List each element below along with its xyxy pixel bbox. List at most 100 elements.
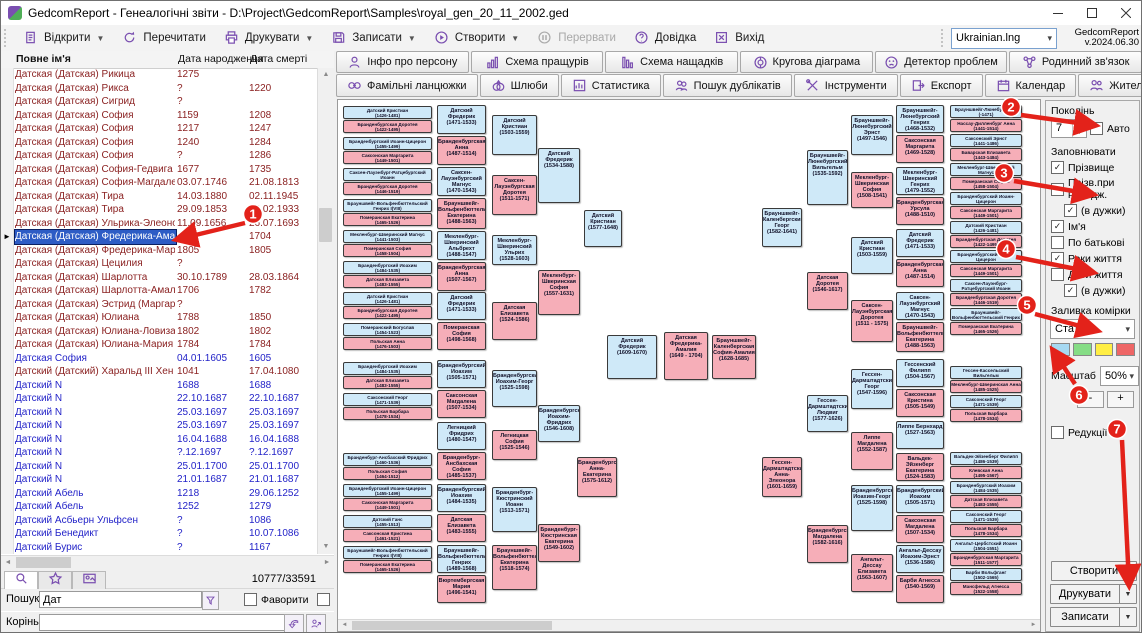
generations-value[interactable]: 7 bbox=[1052, 120, 1072, 137]
table-row[interactable]: Датский N22.10.168722.10.1687 bbox=[1, 392, 318, 406]
checkbox-box[interactable] bbox=[1051, 183, 1064, 196]
tree-person-box[interactable]: Брауншвейг-Вольфенбюттельская Екатерина(… bbox=[896, 322, 944, 352]
tree-person-box[interactable]: Датская Елизавета(1524-1586) bbox=[492, 302, 537, 340]
table-row[interactable]: Датская (Датская) София-Магдалена03.07.1… bbox=[1, 176, 318, 190]
tree-person-box[interactable]: Померанская София(1458-1504) bbox=[343, 244, 432, 257]
tree-person-box[interactable]: Бранденбургский Иоахим(1484-1535) bbox=[343, 362, 432, 375]
tree-person-box[interactable]: Вюртембергская Мария(1496-1541) bbox=[437, 575, 486, 603]
table-row[interactable]: Датский N25.03.169725.03.1697 bbox=[1, 419, 318, 433]
reduction-checkbox[interactable]: Редукції bbox=[1051, 426, 1139, 439]
tree-person-box[interactable]: Бранденбургская Доротея(1422-1495) bbox=[343, 306, 432, 319]
table-row[interactable]: Датская (Датская) Цецилия? bbox=[1, 257, 318, 271]
tree-person-box[interactable]: Бранденбургская Доротея(1446-1519) bbox=[343, 182, 432, 195]
table-row[interactable]: Датский Абель12521279 bbox=[1, 500, 318, 514]
fill-option-checkbox[interactable]: Роки життя bbox=[1051, 252, 1139, 265]
scroll-left-icon[interactable] bbox=[338, 620, 351, 630]
tab-statistics[interactable]: Статистика bbox=[561, 74, 661, 97]
tree-person-box[interactable]: Датская Доротея(1546-1617) bbox=[807, 272, 848, 310]
table-row[interactable]: Датская (Датская) Тира14.03.188002.11.19… bbox=[1, 190, 318, 204]
tree-person-box[interactable]: Гессенский Филипп(1504-1567) bbox=[896, 359, 944, 387]
tree-person-box[interactable]: Датский Фредерик(1471-1533) bbox=[896, 229, 944, 257]
tree-person-box[interactable]: Барби Вольфганг(1502-1565) bbox=[950, 568, 1022, 581]
tree-person-box[interactable]: Бранденбургская Маргарита(1511-1577) bbox=[950, 553, 1022, 566]
dropdown-arrow-icon[interactable] bbox=[1119, 585, 1136, 603]
tree-person-box[interactable]: Саксен-Лауэнбургский Магнус(1470-1543) bbox=[896, 292, 944, 320]
tab-problem-detector[interactable]: Детектор проблем bbox=[875, 51, 1008, 73]
tree-person-box[interactable]: Датская Елизавета(1483-1555) bbox=[950, 495, 1022, 508]
tree-person-box[interactable]: Саксонская Маргарита(1449-1501) bbox=[343, 151, 432, 164]
table-row[interactable]: Датская (Датская) Юлиана-Мария17841784 bbox=[1, 338, 318, 352]
tree-person-box[interactable]: Бранденбургский Иоахим-Георг(1525-1598) bbox=[492, 370, 537, 407]
tree-person-box[interactable]: Саксонская Кристина(1505-1549) bbox=[896, 389, 944, 417]
tree-person-box[interactable]: Мекленбург-Шверинская София(1557-1631) bbox=[538, 270, 580, 315]
table-row[interactable]: Датская (Датская) Шарлотта30.10.178928.0… bbox=[1, 271, 318, 285]
checkbox-box[interactable] bbox=[1090, 122, 1103, 135]
scrollbar-thumb[interactable] bbox=[319, 208, 332, 242]
table-row[interactable]: Датская (Датская) София12171247 bbox=[1, 122, 318, 136]
tree-person-box[interactable]: Мансфельд Агнесса(1522-1558) bbox=[950, 582, 1022, 595]
table-row[interactable]: Датская (Датская) Рикса?1220 bbox=[1, 82, 318, 96]
перечитати-toolbar-button[interactable]: Перечитати bbox=[113, 26, 214, 50]
tree-person-box[interactable]: Саксонская Магдалена(1507-1534) bbox=[896, 515, 944, 543]
tree-person-box[interactable]: Бранденбургский Иоахим(1505-1571) bbox=[896, 485, 944, 513]
tab-calendar[interactable]: Календар bbox=[985, 74, 1077, 97]
table-row[interactable]: Датская (Датская) София?1286 bbox=[1, 149, 318, 163]
fill-option-checkbox[interactable]: По батькові bbox=[1051, 236, 1139, 249]
tree-person-box[interactable]: Мекленбург-Шверинский Магнус(1441-1503) bbox=[343, 230, 432, 243]
search-input[interactable] bbox=[39, 591, 202, 608]
fill-color-swatch[interactable] bbox=[1095, 343, 1114, 356]
fill-option-checkbox[interactable]: Дати життя bbox=[1051, 268, 1139, 281]
list-tab-photo-card[interactable] bbox=[72, 571, 106, 589]
fill-color-swatch[interactable] bbox=[1051, 343, 1070, 356]
tree-person-box[interactable]: Липпе Бернхард(1527-1563) bbox=[896, 421, 944, 449]
tree-person-box[interactable]: Гессен-Дармштадтский Георг(1547-1596) bbox=[851, 369, 893, 409]
table-vertical-scrollbar[interactable] bbox=[317, 68, 334, 554]
tree-person-box[interactable]: Брауншвейг-Люнебургский Вильгельм(1535-1… bbox=[807, 150, 848, 205]
tree-person-box[interactable]: Барби Агнесса(1540-1569) bbox=[896, 575, 944, 603]
записати-sidebar-button[interactable]: Записати bbox=[1050, 607, 1137, 627]
tree-person-box[interactable]: Датская Фредерика-Амалия(1649 - 1704) bbox=[664, 332, 708, 380]
tree-person-box[interactable]: Гессен-Дармштадтский Людвиг(1577-1626) bbox=[807, 395, 848, 432]
tree-person-box[interactable]: Бранденбургский Иоахим(1484-1535) bbox=[950, 481, 1022, 494]
tab-duplicates[interactable]: Пошук дублікатів bbox=[663, 74, 792, 97]
language-select[interactable]: Ukrainian.lng bbox=[951, 28, 1057, 49]
table-row[interactable]: Датский N25.03.169725.03.1697 bbox=[1, 406, 318, 420]
table-row[interactable]: Датская (Датская) Ульрика-Элеонора11.09.… bbox=[1, 217, 318, 231]
table-row[interactable]: Датская (Датская) Шарлотта-Амалия1706178… bbox=[1, 284, 318, 298]
table-row[interactable]: ►Датская (Датская) Фредерика-Амалия1704 bbox=[1, 230, 318, 244]
tree-person-box[interactable]: Саксонская Кристина(1461-1521) bbox=[343, 529, 432, 542]
tree-person-box[interactable]: Саксен-Лауэнбург-Ратцебургский Иоанн(143… bbox=[950, 279, 1022, 292]
tree-person-box[interactable]: Брауншвейг-Каленбергский Георг(1582-1641… bbox=[762, 208, 802, 247]
tree-person-box[interactable]: Бранденбургский Иоанн-Цицерон(1455-1499) bbox=[950, 192, 1022, 205]
table-row[interactable]: Датская (Датская) Фредерика-Мария1805180… bbox=[1, 244, 318, 258]
tree-person-box[interactable]: Саксонский Георг(1471-1539) bbox=[343, 393, 432, 406]
checkbox-box[interactable] bbox=[1051, 220, 1064, 233]
tree-person-box[interactable]: Брауншвейг-Вольфенбюттельский Генрих I(V… bbox=[343, 199, 432, 212]
scale-select[interactable]: 50% bbox=[1100, 366, 1139, 386]
tree-person-box[interactable]: Саксонский Георг(1471-1539) bbox=[950, 395, 1022, 408]
tree-person-box[interactable]: Польская Барбара(1478-1534) bbox=[950, 524, 1022, 537]
tree-person-box[interactable]: Бранденбург-Ансбахский Фридрих(1460-1536… bbox=[343, 453, 432, 466]
tree-person-box[interactable]: Саксонская Маргарита(1449-1501) bbox=[950, 206, 1022, 219]
tree-person-box[interactable]: Брауншвейг-Каленбергская София-Амалия(16… bbox=[712, 335, 756, 379]
generations-spinner[interactable]: 7 ▲ ▼ bbox=[1051, 119, 1087, 138]
tree-person-box[interactable]: Брауншвейг-Вольфенбюттельский Генрих I(V… bbox=[950, 308, 1022, 321]
tree-person-box[interactable]: Померанский Богуслав(1454-1523) bbox=[343, 323, 432, 336]
root-input[interactable] bbox=[39, 614, 285, 631]
fill-option-checkbox[interactable]: (в дужки) bbox=[1064, 284, 1139, 297]
table-row[interactable]: Датская (Датская) Рикица1275 bbox=[1, 68, 318, 82]
tree-person-box[interactable]: Саксен-Лауэнбургская Доротея(1511 - 1575… bbox=[851, 300, 893, 342]
checkbox-box[interactable] bbox=[1051, 252, 1064, 265]
записати-toolbar-button[interactable]: Записати bbox=[322, 26, 425, 50]
tree-person-box[interactable]: Датский Кристиан(1426-1481) bbox=[343, 106, 432, 119]
tree-person-box[interactable]: Бранденбургская Урсула(1488-1510) bbox=[896, 197, 944, 225]
tree-person-box[interactable]: Померанская Екатерина(1465-1526) bbox=[950, 322, 1022, 335]
tree-person-box[interactable]: Бранденбургская Анна(1507-1567) bbox=[437, 262, 486, 291]
tree-person-box[interactable]: Датский Кристиан(1426-1481) bbox=[950, 221, 1022, 234]
tab-descendants[interactable]: Схема нащадків bbox=[605, 51, 738, 73]
tree-person-box[interactable]: Бранденбургский Иоанн-Цицерон(1455-1499) bbox=[950, 250, 1022, 263]
chart-horizontal-scrollbar[interactable] bbox=[338, 619, 1040, 631]
table-row[interactable]: Датская (Датская) София12401284 bbox=[1, 136, 318, 150]
tab-family-chains[interactable]: Фамільні ланцюжки bbox=[336, 74, 478, 97]
tree-person-box[interactable]: Саксонский Эрнст(1441-1486) bbox=[950, 134, 1022, 147]
